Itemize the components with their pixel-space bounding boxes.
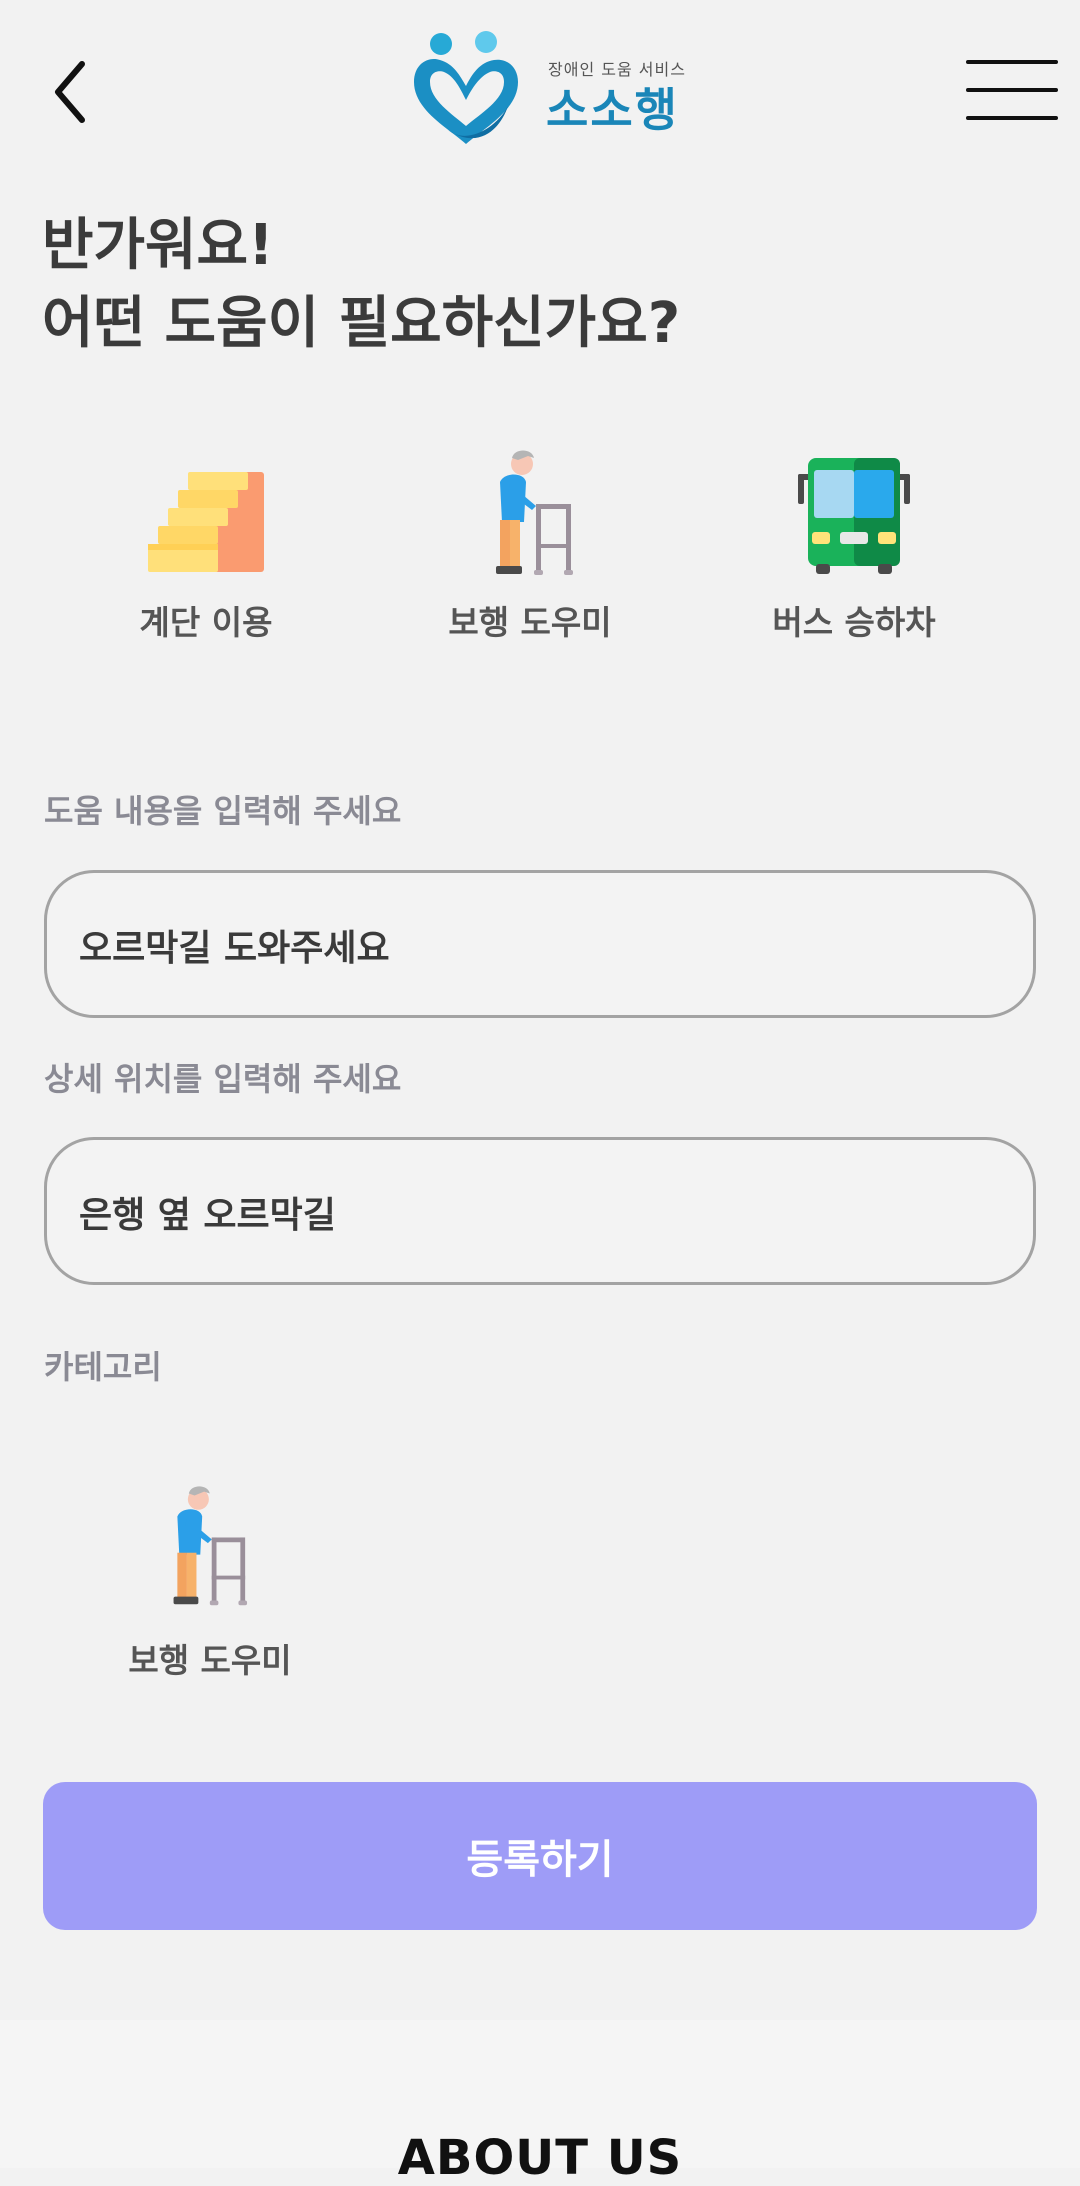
category-walking-helper[interactable]: 보행 도우미 [400,448,660,658]
bus-icon [798,458,910,574]
logo-title: 소소행 [546,83,679,137]
elderly-walker-icon [173,1486,248,1606]
register-button[interactable]: 등록하기 [43,1782,1037,1930]
help-content-input[interactable] [77,873,1001,1017]
chevron-left-icon [55,61,85,123]
selected-category[interactable]: 보행 도우미 [100,1478,320,1688]
stairs-icon [148,472,264,572]
menu-button[interactable] [966,58,1060,122]
heart-people-logo-icon [414,31,518,144]
category-bus[interactable]: 버스 승하차 [724,448,984,658]
app-logo[interactable]: 장애인 도움 서비스 소소행 [408,26,698,154]
category-stairs[interactable]: 계단 이용 [76,448,336,658]
greeting-title: 반가워요! [42,213,274,278]
category-label: 보행 도우미 [448,603,612,642]
selected-category-label: 보행 도우미 [128,1641,292,1680]
location-label: 상세 위치를 입력해 주세요 [44,1060,402,1098]
category-label: 계단 이용 [139,603,273,642]
footer: ABOUT US [0,2020,1080,2186]
about-us-heading: ABOUT US [397,2130,683,2186]
greeting-question: 어떤 도움이 필요하신가요? [42,291,681,356]
location-input[interactable] [77,1140,1001,1284]
back-button[interactable] [44,56,96,128]
help-content-label: 도움 내용을 입력해 주세요 [44,792,402,830]
elderly-walker-icon [496,450,573,575]
help-content-field[interactable] [44,870,1036,1018]
category-label: 버스 승하차 [772,603,936,642]
category-section-label: 카테고리 [44,1348,162,1386]
location-field[interactable] [44,1137,1036,1285]
